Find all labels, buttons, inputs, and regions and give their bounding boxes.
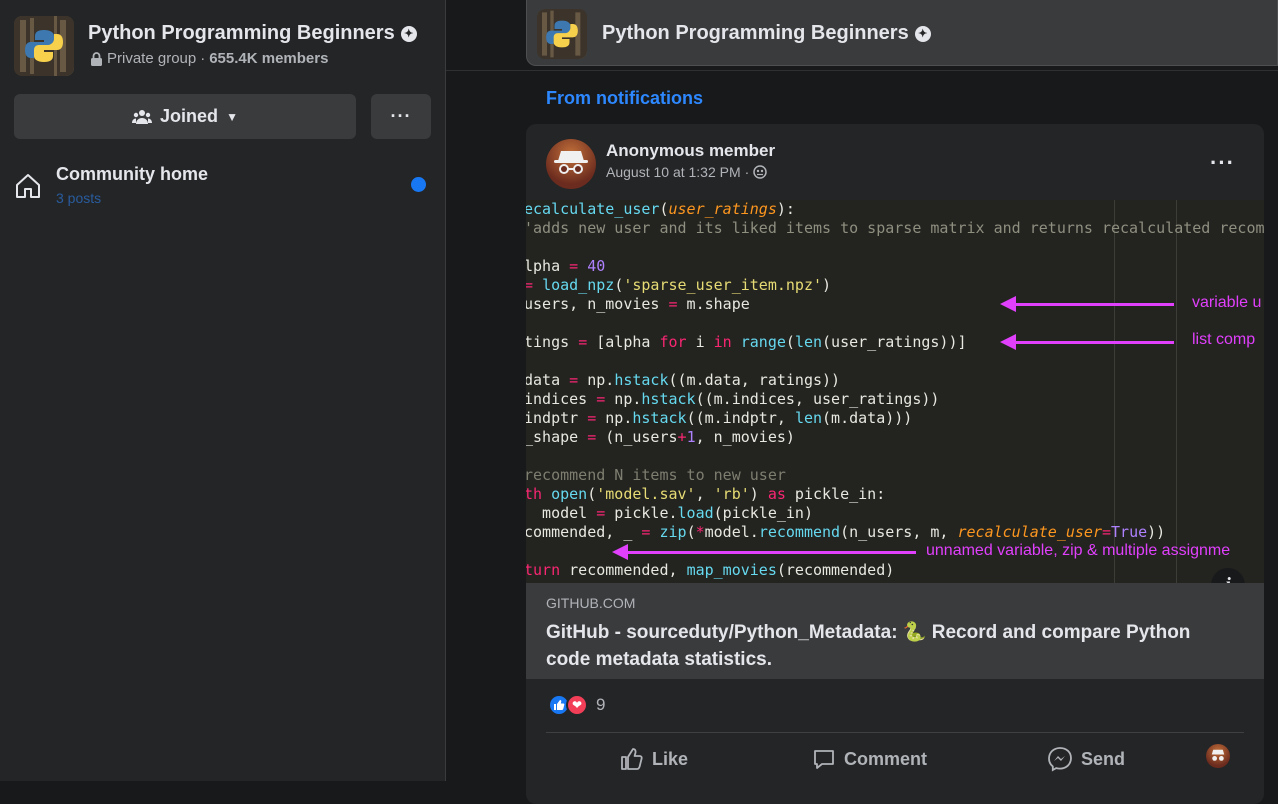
link-domain: GITHUB.COM [546, 595, 636, 611]
code-line: indices = np.hstack((m.indices, user_rat… [526, 390, 940, 408]
anonymous-avatar[interactable] [546, 139, 596, 189]
meta-separator: · [744, 164, 750, 180]
annotation-label: variable u [1192, 294, 1262, 311]
post-author[interactable]: Anonymous member [606, 141, 775, 161]
group-avatar[interactable] [14, 16, 74, 76]
post-card: Anonymous member August 10 at 1:32 PM · … [526, 124, 1264, 804]
code-line: lpha = 40 [526, 257, 606, 275]
comment-button[interactable]: Comment [812, 742, 927, 776]
reaction-summary[interactable]: ❤ 9 [548, 694, 605, 716]
code-line: recommend N items to new user [526, 466, 786, 484]
group-sidebar: Python Programming Beginners ✦ Private g… [0, 0, 446, 781]
reaction-avatar[interactable] [1206, 744, 1230, 768]
link-title[interactable]: GitHub - sourceduty/Python_Metadata: 🐍 R… [546, 619, 1226, 673]
guide-line [1176, 200, 1177, 583]
like-label: Like [652, 748, 689, 769]
annotation-arrow [1000, 334, 1174, 350]
header-group-name-text[interactable]: Python Programming Beginners [602, 22, 909, 45]
annotation-label: unnamed variable, zip & multiple assignm… [926, 542, 1231, 559]
comment-label: Comment [844, 748, 928, 769]
meta-separator: · [200, 50, 206, 67]
community-home-label: Community home [56, 164, 209, 184]
joined-label: Joined [160, 106, 219, 126]
group-name-text[interactable]: Python Programming Beginners [88, 22, 395, 45]
code-line: tings = [alpha for i in range(len(user_r… [526, 333, 967, 351]
like-button[interactable]: Like [620, 742, 688, 776]
caret-down-icon: ▼ [226, 109, 238, 124]
group-audience-icon [753, 165, 768, 179]
community-posts-count: 3 posts [56, 190, 102, 206]
code-line: 'adds new user and its liked items to sp… [526, 219, 1264, 237]
annotation-arrow [612, 544, 916, 560]
home-icon [16, 174, 40, 198]
code-line: users, n_movies = m.shape [526, 295, 750, 313]
post-code-image[interactable]: ecalculate_user(user_ratings): 'adds new… [526, 200, 1264, 583]
post-timestamp[interactable]: August 10 at 1:32 PM [606, 164, 741, 180]
code-line: = load_npz('sparse_user_item.npz') [526, 276, 832, 294]
sidebar-item-community-home[interactable]: Community home 3 posts [14, 162, 434, 212]
unread-dot [411, 177, 426, 192]
people-icon [132, 109, 153, 124]
comment-icon [814, 750, 834, 769]
globe-icon: ✦ [914, 25, 931, 42]
post-meta: August 10 at 1:32 PM · [606, 164, 768, 180]
lock-icon [91, 51, 102, 66]
code-line: data = np.hstack((m.data, ratings)) [526, 371, 841, 389]
group-members[interactable]: 655.4K members [209, 50, 328, 67]
code-line: indptr = np.hstack((m.indptr, len(m.data… [526, 409, 913, 427]
globe-icon: ✦ [400, 25, 417, 42]
group-meta: Private group · 655.4K members [90, 50, 328, 67]
code-line: th open('model.sav', 'rb') as pickle_in: [526, 485, 886, 503]
reaction-count[interactable]: 9 [596, 695, 605, 715]
messenger-icon [1048, 747, 1072, 772]
from-notifications-label: From notifications [546, 88, 703, 108]
thumbs-up-icon [621, 748, 643, 770]
group-name[interactable]: Python Programming Beginners ✦ [88, 22, 417, 45]
actions-divider [546, 732, 1244, 733]
group-privacy: Private group [107, 50, 197, 67]
code-line: _shape = (n_users+1, n_movies) [526, 428, 795, 446]
code-line: model = pickle.load(pickle_in) [526, 504, 813, 522]
group-header-bar: Python Programming Beginners ✦ [526, 0, 1278, 66]
love-reaction-icon: ❤ [566, 694, 588, 716]
send-button[interactable]: Send [1047, 742, 1125, 776]
group-more-button[interactable]: ··· [371, 94, 431, 139]
joined-button[interactable]: Joined ▼ [14, 94, 356, 139]
header-divider [446, 70, 1278, 71]
code-line: turn recommended, map_movies(recommended… [526, 561, 895, 579]
header-group-name[interactable]: Python Programming Beginners ✦ [602, 22, 931, 45]
link-preview[interactable]: GITHUB.COM GitHub - sourceduty/Python_Me… [526, 583, 1264, 679]
send-label: Send [1081, 748, 1126, 769]
annotation-arrow [1000, 296, 1174, 312]
code-line: commended, _ = zip(*model.recommend(n_us… [526, 523, 1166, 541]
header-group-avatar[interactable] [537, 9, 587, 59]
post-more-button[interactable]: ··· [1210, 150, 1235, 176]
code-line: ecalculate_user(user_ratings): [526, 200, 795, 218]
annotation-label: list comp [1192, 331, 1256, 348]
